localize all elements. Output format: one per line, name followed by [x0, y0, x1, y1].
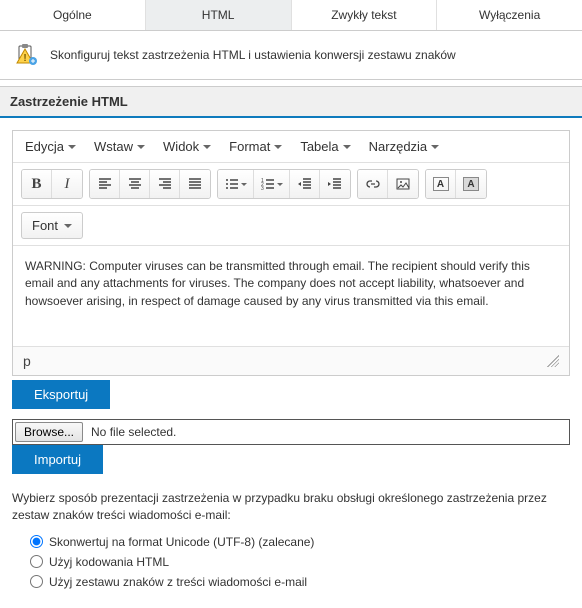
indent-button[interactable] — [320, 170, 350, 198]
export-button[interactable]: Eksportuj — [12, 380, 110, 409]
chevron-down-icon — [343, 145, 351, 149]
svg-text:!: ! — [23, 53, 26, 64]
radio-label: Użyj zestawu znaków z treści wiadomości … — [49, 575, 307, 589]
link-button[interactable] — [358, 170, 388, 198]
chevron-down-icon — [137, 145, 145, 149]
italic-button[interactable]: I — [52, 170, 82, 198]
tabs-bar: Ogólne HTML Zwykły tekst Wyłączenia — [0, 0, 582, 31]
menu-view[interactable]: Widok — [163, 139, 211, 154]
align-right-button[interactable] — [150, 170, 180, 198]
chevron-down-icon — [241, 183, 247, 186]
charset-option-bodycharset[interactable]: Użyj zestawu znaków z treści wiadomości … — [30, 572, 570, 592]
outdent-button[interactable] — [290, 170, 320, 198]
info-text: Skonfiguruj tekst zastrzeżenia HTML i us… — [50, 48, 456, 62]
editor-content[interactable]: WARNING: Computer viruses can be transmi… — [13, 246, 569, 346]
bullet-list-button[interactable] — [218, 170, 254, 198]
status-path[interactable]: p — [23, 353, 31, 369]
chevron-down-icon — [277, 183, 283, 186]
font-select[interactable]: Font — [21, 212, 83, 239]
html-editor: Edycja Wstaw Widok Format Tabela Narzędz… — [12, 130, 570, 376]
resize-grip-icon[interactable] — [547, 355, 559, 367]
menu-insert[interactable]: Wstaw — [94, 139, 145, 154]
tab-plaintext[interactable]: Zwykły tekst — [292, 0, 438, 30]
file-picker-row: Browse... No file selected. — [12, 419, 570, 445]
svg-text:3: 3 — [261, 186, 264, 191]
menu-edit[interactable]: Edycja — [25, 139, 76, 154]
menu-tools[interactable]: Narzędzia — [369, 139, 440, 154]
file-status-text: No file selected. — [91, 425, 176, 439]
chevron-down-icon — [203, 145, 211, 149]
editor-toolbar: B I 123 A A — [13, 163, 569, 206]
chevron-down-icon — [274, 145, 282, 149]
tab-general[interactable]: Ogólne — [0, 0, 146, 30]
editor-statusbar: p — [13, 346, 569, 375]
chevron-down-icon — [68, 145, 76, 149]
bold-button[interactable]: B — [22, 170, 52, 198]
chevron-down-icon — [431, 145, 439, 149]
charset-option-utf8[interactable]: Skonwertuj na format Unicode (UTF-8) (za… — [30, 532, 570, 552]
editor-menubar: Edycja Wstaw Widok Format Tabela Narzędz… — [13, 131, 569, 163]
browse-button[interactable]: Browse... — [15, 422, 83, 442]
chevron-down-icon — [64, 224, 72, 228]
align-justify-button[interactable] — [180, 170, 210, 198]
radio-label: Użyj kodowania HTML — [49, 555, 169, 569]
tab-exclusions[interactable]: Wyłączenia — [437, 0, 582, 30]
radio-bodycharset[interactable] — [30, 575, 43, 588]
clipboard-warning-icon: ! — [14, 43, 38, 67]
section-title: Zastrzeżenie HTML — [0, 86, 582, 118]
radio-htmlenc[interactable] — [30, 555, 43, 568]
align-left-button[interactable] — [90, 170, 120, 198]
number-list-button[interactable]: 123 — [254, 170, 290, 198]
info-row: ! Skonfiguruj tekst zastrzeżenia HTML i … — [0, 31, 582, 80]
text-color-button[interactable]: A — [426, 170, 456, 198]
radio-utf8[interactable] — [30, 535, 43, 548]
menu-table[interactable]: Tabela — [300, 139, 350, 154]
charset-help-text: Wybierz sposób prezentacji zastrzeżenia … — [12, 490, 570, 524]
charset-options: Skonwertuj na format Unicode (UTF-8) (za… — [12, 532, 570, 592]
radio-label: Skonwertuj na format Unicode (UTF-8) (za… — [49, 535, 314, 549]
highlight-button[interactable]: A — [456, 170, 486, 198]
tab-html[interactable]: HTML — [146, 0, 292, 30]
menu-format[interactable]: Format — [229, 139, 282, 154]
import-button[interactable]: Importuj — [12, 445, 103, 474]
image-button[interactable] — [388, 170, 418, 198]
align-center-button[interactable] — [120, 170, 150, 198]
charset-option-htmlenc[interactable]: Użyj kodowania HTML — [30, 552, 570, 572]
